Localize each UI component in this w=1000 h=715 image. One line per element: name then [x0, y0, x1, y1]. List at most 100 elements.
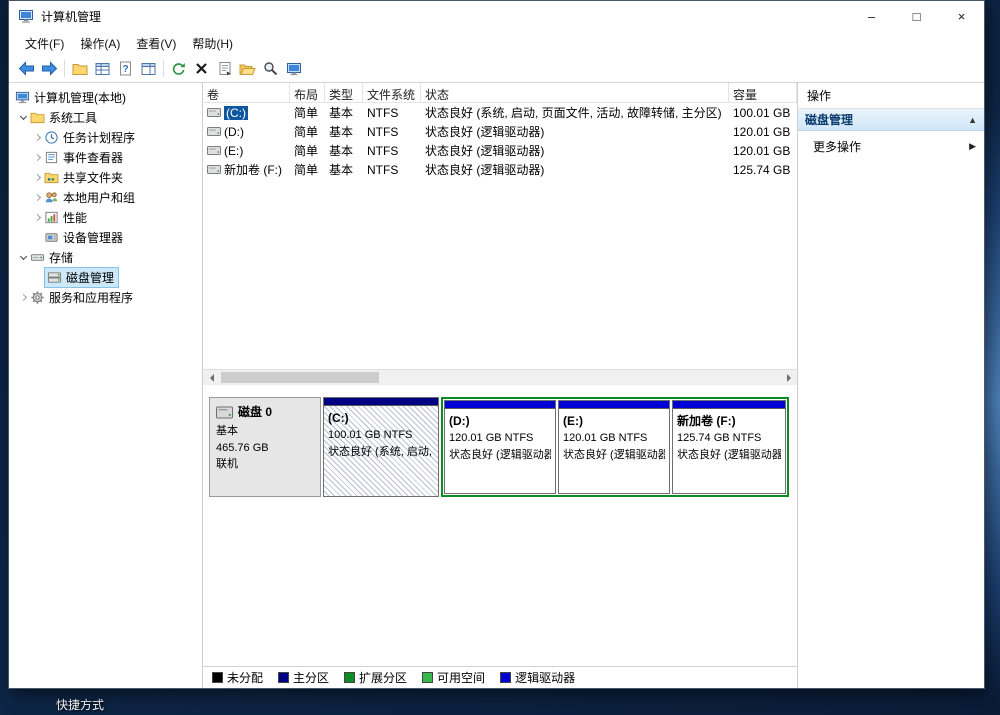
volume-capacity: 120.01 GB [729, 125, 797, 139]
maximize-button[interactable]: □ [894, 1, 939, 31]
volume-filesystem: NTFS [363, 106, 421, 120]
folder-icon [30, 110, 45, 125]
tree-item-device-manager[interactable]: 设备管理器 [9, 227, 202, 247]
volume-row-e[interactable]: (E:) 简单 基本 NTFS 状态良好 (逻辑驱动器) 120.01 GB [203, 141, 797, 160]
tree-item-local-users-groups[interactable]: 本地用户和组 [9, 187, 202, 207]
volume-disk-icon [207, 145, 221, 156]
scrollbar-thumb[interactable] [221, 372, 379, 383]
partition-e[interactable]: (E:) 120.01 GB NTFS 状态良好 (逻辑驱动器) [558, 400, 670, 494]
horizontal-scrollbar[interactable] [203, 369, 797, 385]
delete-button[interactable] [190, 57, 213, 80]
tree-item-label: 磁盘管理 [66, 269, 114, 286]
column-header-status[interactable]: 状态 [421, 83, 729, 102]
find-button[interactable] [259, 57, 282, 80]
legend-label: 扩展分区 [359, 669, 407, 686]
legend-label: 主分区 [293, 669, 329, 686]
volume-row-c[interactable]: (C:) 简单 基本 NTFS 状态良好 (系统, 启动, 页面文件, 活动, … [203, 103, 797, 122]
volume-row-d[interactable]: (D:) 简单 基本 NTFS 状态良好 (逻辑驱动器) 120.01 GB [203, 122, 797, 141]
graphical-view: 磁盘 0 基本 465.76 GB 联机 (C:) 100.01 GB NTFS… [203, 385, 797, 666]
forward-button[interactable] [38, 57, 61, 80]
chevron-collapsed-icon[interactable] [31, 215, 43, 220]
tree-item-system-tools[interactable]: 系统工具 [9, 107, 202, 127]
partition-status: 状态良好 (系统, 启动, 页面文件, 活动, 故障转储, 主分区) [328, 444, 434, 461]
chevron-collapsed-icon[interactable] [31, 135, 43, 140]
tree-item-storage[interactable]: 存储 [9, 247, 202, 267]
back-button[interactable] [15, 57, 38, 80]
export-list-button[interactable] [91, 57, 114, 80]
chevron-collapsed-icon[interactable] [31, 175, 43, 180]
menu-view[interactable]: 查看(V) [128, 32, 184, 55]
extended-partition-group: (D:) 120.01 GB NTFS 状态良好 (逻辑驱动器) (E:) 12… [441, 397, 789, 497]
services-gear-icon [30, 290, 45, 305]
volume-type: 基本 [325, 142, 363, 159]
minimize-button[interactable]: – [849, 1, 894, 31]
partition-size: 125.74 GB NTFS [677, 430, 781, 447]
partition-d[interactable]: (D:) 120.01 GB NTFS 状态良好 (逻辑驱动器) [444, 400, 556, 494]
legend-item-primary-partition: 主分区 [278, 669, 329, 686]
chevron-collapsed-icon[interactable] [17, 295, 29, 300]
chevron-collapsed-icon[interactable] [31, 195, 43, 200]
column-header-volume[interactable]: 卷 [203, 83, 290, 102]
tree-item-computer-management-root[interactable]: 计算机管理(本地) [9, 87, 202, 107]
legend-swatch [278, 672, 289, 683]
column-header-capacity[interactable]: 容量 [729, 83, 797, 102]
disk-0-info[interactable]: 磁盘 0 基本 465.76 GB 联机 [209, 397, 321, 497]
desktop-shortcut-label[interactable]: 快捷方式 [56, 696, 104, 713]
volume-name: (D:) [224, 125, 244, 139]
volume-type: 基本 [325, 104, 363, 121]
tree-item-label: 事件查看器 [63, 149, 123, 166]
open-file-button[interactable] [236, 57, 259, 80]
show-hide-action-pane-button[interactable] [137, 57, 160, 80]
submenu-arrow-icon [969, 141, 976, 152]
menu-help[interactable]: 帮助(H) [184, 32, 241, 55]
volume-layout: 简单 [290, 142, 325, 159]
column-header-layout[interactable]: 布局 [290, 83, 325, 102]
collapse-icon[interactable] [968, 115, 977, 125]
tree-item-disk-management[interactable]: 磁盘管理 [9, 267, 202, 287]
device-manager-icon [44, 230, 59, 245]
menu-file[interactable]: 文件(F) [17, 32, 72, 55]
partition-f[interactable]: 新加卷 (F:) 125.74 GB NTFS 状态良好 (逻辑驱动器) [672, 400, 786, 494]
tree-item-services-applications[interactable]: 服务和应用程序 [9, 287, 202, 307]
scroll-right-arrow[interactable] [781, 370, 797, 385]
volume-row-f[interactable]: 新加卷 (F:) 简单 基本 NTFS 状态良好 (逻辑驱动器) 125.74 … [203, 160, 797, 179]
more-actions-label: 更多操作 [813, 138, 861, 155]
disk-name: 磁盘 0 [238, 403, 272, 421]
tree-item-label: 任务计划程序 [63, 129, 135, 146]
legend-swatch [344, 672, 355, 683]
screen-button[interactable] [282, 57, 305, 80]
shared-folder-icon [44, 170, 59, 185]
tree-item-label: 系统工具 [49, 109, 97, 126]
column-header-type[interactable]: 类型 [325, 83, 363, 102]
more-actions-item[interactable]: 更多操作 [798, 134, 984, 158]
tree-item-shared-folders[interactable]: 共享文件夹 [9, 167, 202, 187]
help-button[interactable]: ? [114, 57, 137, 80]
close-button[interactable]: × [939, 1, 984, 31]
volume-capacity: 120.01 GB [729, 144, 797, 158]
scrollbar-track[interactable] [219, 370, 781, 385]
properties-button[interactable] [213, 57, 236, 80]
partition-name: (C:) [328, 409, 434, 427]
titlebar[interactable]: 计算机管理 – □ × [9, 1, 984, 31]
clock-icon [44, 130, 59, 145]
computer-management-icon [18, 8, 34, 24]
volume-status: 状态良好 (逻辑驱动器) [421, 123, 729, 140]
actions-pane-title: 操作 [798, 83, 984, 109]
tree-item-performance[interactable]: 性能 [9, 207, 202, 227]
partition-c[interactable]: (C:) 100.01 GB NTFS 状态良好 (系统, 启动, 页面文件, … [323, 397, 439, 497]
refresh-button[interactable] [167, 57, 190, 80]
chevron-collapsed-icon[interactable] [31, 155, 43, 160]
actions-section-disk-management[interactable]: 磁盘管理 [798, 109, 984, 131]
show-hide-console-tree-button[interactable] [68, 57, 91, 80]
menu-action[interactable]: 操作(A) [72, 32, 128, 55]
tree-item-event-viewer[interactable]: 事件查看器 [9, 147, 202, 167]
chevron-expanded-icon[interactable] [17, 256, 29, 259]
legend-swatch [422, 672, 433, 683]
column-header-filesystem[interactable]: 文件系统 [363, 83, 421, 102]
volume-list: 卷 布局 类型 文件系统 状态 容量 (C:) 简单 基本 NTFS 状态良好 … [203, 83, 797, 369]
scroll-left-arrow[interactable] [203, 370, 219, 385]
chevron-expanded-icon[interactable] [17, 116, 29, 119]
computer-icon [15, 90, 30, 105]
tree-item-task-scheduler[interactable]: 任务计划程序 [9, 127, 202, 147]
main-content: 计算机管理(本地) 系统工具 任务计划程序 事件查看器 共享文件夹 [9, 83, 984, 688]
